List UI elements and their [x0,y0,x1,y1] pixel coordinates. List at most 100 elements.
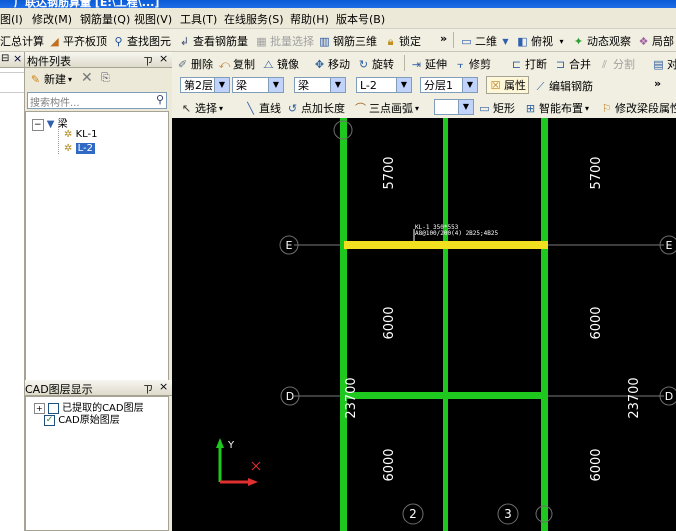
properties-icon: ☒ [490,78,501,92]
chevron-down-icon: ▾ [219,103,224,113]
chevron-down-icon: ▾ [68,74,73,84]
menu-item-draw[interactable]: 图(I) [0,11,23,27]
move-button[interactable]: ✥ 移动 [313,56,350,72]
menu-item-rebar[interactable]: 钢筋量(Q) [80,11,130,27]
category-select[interactable]: 梁 ▼ [232,77,284,93]
rebar-3d-button[interactable]: ▥ 钢筋三维 [318,33,377,49]
properties-button[interactable]: ☒ 属性 [486,76,529,94]
beam-horizontal-d[interactable] [344,392,548,399]
edit-toolbar: ✐ 删除 ⤺ 复制 ⧍ 镜像 ✥ 移动 ↻ 旋转 ⇥ 延伸 ⫟ 修剪 ⊏ 打断 ⊐ 合并 ⫽ 分割 … [172,52,676,75]
pin-icon[interactable]: ㄗ [143,53,153,68]
component-select[interactable]: L-2 ▼ [356,77,412,93]
dynamic-view-button[interactable]: ✦ 动态观察 [572,33,631,49]
menu-item-tools[interactable]: 工具(T) [180,11,217,27]
menu-item-online[interactable]: 在线服务(S) [224,11,284,27]
copy-component-icon[interactable]: ⎘ [101,71,110,85]
rotate-button[interactable]: ↻ 旋转 [357,56,394,72]
rotate-icon: ↻ [358,57,369,71]
find-element-button[interactable]: ⚲ 查找图元 [112,33,171,49]
trim-button[interactable]: ⫟ 修剪 [454,56,491,72]
layer-checkbox-checked[interactable]: ✓ [44,414,55,426]
tree-item-l2[interactable]: ✲ L-2 [64,143,95,154]
close-icon[interactable]: × [159,380,168,393]
chevron-down-icon: ▾ [585,103,590,113]
extend-label: 延伸 [425,58,447,71]
toolbar1-overflow-button[interactable]: » [440,32,447,45]
line-tool-button[interactable]: ╲ 直线 [244,100,281,116]
component-list-toolbar: ✎ 新建 ▾ ✕ ⎘ [25,68,172,90]
menu-item-modify[interactable]: 修改(M) [32,11,72,27]
extend-button[interactable]: ⇥ 延伸 [410,56,447,72]
type-select[interactable]: 梁 ▼ [294,77,346,93]
delete-component-icon[interactable]: ✕ [81,70,93,86]
copy-button[interactable]: ⤺ 复制 [218,56,255,72]
select-tool-button[interactable]: ↖ 选择 ▾ [180,100,223,116]
beam-selected-e[interactable] [344,241,548,249]
view-rebar-button[interactable]: ↲ 查看钢筋量 [178,33,248,49]
trim-label: 修剪 [469,58,491,71]
arc-icon: ⌒ [355,101,366,115]
mirror-button[interactable]: ⧍ 镜像 [262,56,299,72]
arc-label: 三点画弧 [369,102,413,115]
new-icon: ✎ [30,72,41,86]
menu-item-version[interactable]: 版本号(B) [336,11,385,27]
beam-vertical-right[interactable] [541,118,548,531]
search-icon[interactable]: ⚲ [156,93,164,106]
split-button[interactable]: ⫽ 分割 [598,56,635,72]
drawing-canvas[interactable]: KL-1 350*553 A8@100/200(4) 2B25;4B25 E E… [172,118,676,531]
merge-button[interactable]: ⊐ 合并 [554,56,591,72]
local-view-button[interactable]: ❖ 局部 [637,33,674,49]
search-input[interactable]: 搜索构件... ⚲ [27,92,167,109]
axis-bubble-col-3[interactable]: 3 [497,503,519,525]
view-mode-dropdown[interactable]: ▭ 二维 ▼ [460,33,512,49]
align-button[interactable]: ▤ 对 [652,56,676,72]
summary-button[interactable]: 汇总计算 [0,33,44,49]
top-view-button[interactable]: ◧ 俯视 ▾ [516,33,568,49]
axis-bubble-col-2[interactable]: 2 [402,503,424,525]
break-button[interactable]: ⊏ 打断 [510,56,547,72]
smart-layout-button[interactable]: ⊞ 智能布置 ▾ [524,100,589,116]
delete-button[interactable]: ✐ 删除 [176,56,213,72]
lock-label: 锁定 [399,35,421,48]
pin-icon[interactable]: ㄗ [143,381,153,396]
component-gear-icon: ✲ [64,143,73,154]
dim-total-left: 23700 [344,377,359,418]
arc-option-select[interactable]: ▼ [434,99,474,115]
close-icon[interactable]: × [159,52,168,65]
flush-top-button[interactable]: ◢ 平齐板顶 [48,33,107,49]
toolbar3-overflow-button[interactable]: » [654,77,661,90]
menu-item-help[interactable]: 帮助(H) [290,11,329,27]
category-value: 梁 [236,79,247,92]
floor-select[interactable]: 第2层 ▼ [180,77,230,93]
lock-button[interactable]: 🔒︎ 锁定 [384,33,421,49]
arc-tool-button[interactable]: ⌒ 三点画弧 ▾ [354,100,419,116]
menu-item-view[interactable]: 视图(V) [134,11,172,27]
menu-bar: 图(I) 修改(M) 钢筋量(Q) 视图(V) 工具(T) 在线服务(S) 帮助… [0,8,676,29]
close-icon[interactable]: × [13,52,22,65]
main-toolbar: 汇总计算 ◢ 平齐板顶 ⚲ 查找图元 ↲ 查看钢筋量 ▦ 批量选择 ▥ 钢筋三维 🔒︎ 锁定… [0,29,676,52]
dim-left-6000-lower: 6000 [382,448,397,481]
collapse-icon[interactable]: ⊟ [1,53,9,64]
edit-rebar-button[interactable]: ⟋ 编辑钢筋 [534,78,593,94]
cad-layer-original[interactable]: ✓ CAD原始图层 [44,411,120,426]
beam-vertical-left[interactable] [340,118,347,531]
chevron-down-icon: ▼ [502,36,509,46]
modify-beam-icon: ⚐ [601,101,612,115]
modify-beam-props-button[interactable]: ⚐ 修改梁段属性 [600,100,676,116]
layer-select[interactable]: 分层1 ▼ [420,77,478,93]
beam-vertical-middle[interactable] [443,118,448,531]
break-icon: ⊏ [511,57,522,71]
drawing-svg[interactable]: KL-1 350*553 A8@100/200(4) 2B25;4B25 E E… [172,118,676,531]
tree-collapse-icon[interactable]: − [32,119,44,131]
tree-item-kl1[interactable]: ✲ KL-1 [64,129,98,140]
axis-label-3: 3 [504,507,512,521]
new-component-button[interactable]: ✎ 新建 ▾ [29,71,72,87]
rect-tool-button[interactable]: ▭ 矩形 [478,100,515,116]
batch-select-button[interactable]: ▦ 批量选择 [255,33,314,49]
edit-rebar-icon: ⟋ [536,79,545,93]
beam-label-line2: A8@100/200(4) 2B25;4B25 [415,230,498,237]
tree-root-beam[interactable]: − ▼ 梁 [32,115,68,131]
ucs-y-label: Y [227,440,235,451]
align-label: 对 [667,58,676,71]
point-length-button[interactable]: ↺ 点加长度 [286,100,345,116]
